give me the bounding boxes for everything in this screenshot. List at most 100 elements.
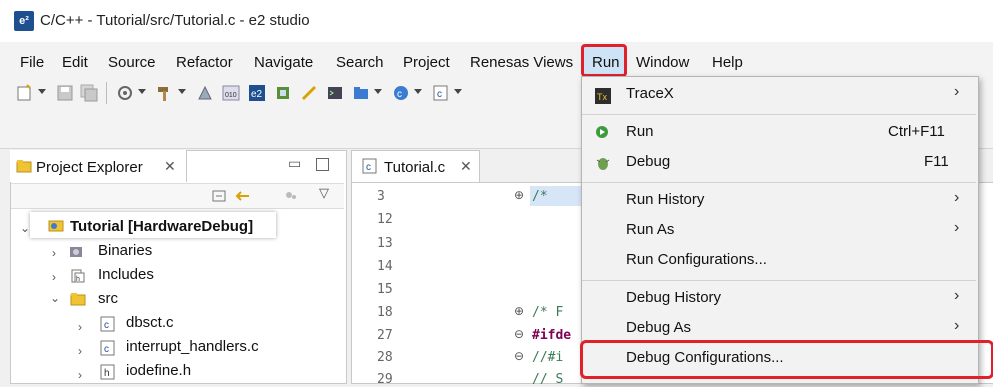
gear-dropdown-arrow-icon[interactable] (138, 89, 146, 94)
open-dropdown-arrow-icon[interactable] (374, 89, 382, 94)
menu-separator (582, 182, 976, 183)
line-number: 18 (377, 305, 393, 320)
svg-text:c: c (397, 89, 402, 100)
new-dropdown-arrow-icon[interactable] (38, 89, 46, 94)
maximize-icon[interactable] (316, 158, 329, 171)
wand-icon[interactable] (300, 84, 318, 102)
close-icon[interactable]: ✕ (460, 158, 472, 175)
tree-label-includes[interactable]: Includes (98, 266, 154, 288)
expand-toggle-icon[interactable]: ⌄ (20, 221, 30, 235)
source-folder-icon (70, 293, 86, 306)
menu-separator (582, 114, 976, 115)
project-explorer-toolbar: ▽ (11, 183, 344, 209)
menu-item-run-as-label: Run As (626, 221, 675, 238)
menu-item-debug-history[interactable]: Debug History › (582, 284, 976, 314)
project-icon (48, 220, 64, 232)
save-all-icon[interactable] (80, 84, 98, 102)
c-file-icon: c (362, 158, 377, 174)
submenu-arrow-icon: › (954, 83, 960, 100)
menu-project[interactable]: Project (403, 54, 450, 71)
line-number: 27 (377, 328, 393, 343)
svg-text:c: c (437, 89, 442, 100)
link-with-editor-icon[interactable] (235, 188, 251, 204)
minimize-icon[interactable]: ▭ (288, 155, 301, 172)
chevron-right-icon[interactable]: › (78, 344, 82, 358)
chevron-right-icon[interactable]: › (52, 246, 56, 260)
svg-text:c: c (104, 320, 109, 331)
h-file-icon: h (100, 364, 115, 380)
shortcut-label: F11 (924, 153, 949, 170)
fold-expand-icon[interactable]: ⊕ (514, 304, 524, 318)
terminal-icon[interactable] (326, 84, 344, 102)
build-dropdown-arrow-icon[interactable] (178, 89, 186, 94)
menu-item-run-configurations-label: Run Configurations... (626, 251, 767, 268)
line-number: 28 (377, 350, 393, 365)
chevron-down-icon[interactable]: ⌄ (50, 291, 60, 305)
tree-label-iodefine[interactable]: iodefine.h (126, 362, 191, 384)
debug-bug-icon (596, 158, 610, 170)
menu-run[interactable]: Run (581, 44, 627, 77)
menu-item-run-as[interactable]: Run As › (582, 216, 976, 246)
tree-label-binaries[interactable]: Binaries (98, 242, 152, 264)
menu-bar: File Edit Source Refactor Navigate Searc… (0, 42, 993, 76)
svg-text:e2: e2 (251, 89, 263, 100)
menu-renesas-views[interactable]: Renesas Views (470, 54, 573, 71)
tree-label-tutorial: Tutorial [HardwareDebug] (70, 218, 254, 235)
new-class-dropdown-arrow-icon[interactable] (414, 89, 422, 94)
chip-icon[interactable] (274, 84, 292, 102)
menu-window[interactable]: Window (636, 54, 689, 71)
line-number: 13 (377, 236, 393, 251)
menu-item-tracex[interactable]: Tx TraceX › (582, 80, 976, 110)
new-class-icon[interactable]: c (392, 84, 410, 102)
menu-search[interactable]: Search (336, 54, 384, 71)
menu-item-run-history[interactable]: Run History › (582, 186, 976, 216)
new-icon[interactable] (16, 84, 34, 102)
chevron-right-icon[interactable]: › (52, 270, 56, 284)
save-icon[interactable] (56, 84, 74, 102)
project-explorer-icon (16, 160, 32, 173)
new-source-dropdown-arrow-icon[interactable] (454, 89, 462, 94)
line-number: 15 (377, 282, 393, 297)
filter-icon[interactable] (283, 188, 299, 204)
tree-label-interrupt-handlers[interactable]: interrupt_handlers.c (126, 338, 259, 360)
tree-label-src[interactable]: src (98, 290, 118, 312)
menu-item-debug-label: Debug (626, 153, 671, 170)
line-number: 14 (377, 259, 393, 274)
menu-edit[interactable]: Edit (62, 54, 88, 71)
line-number: 3 (377, 189, 385, 204)
view-menu-icon[interactable]: ▽ (319, 185, 329, 201)
binary-icon[interactable]: 010 (222, 84, 240, 102)
fold-collapse-icon[interactable]: ⊖ (514, 327, 524, 341)
code-comment: /* (532, 189, 548, 204)
gear-icon[interactable] (116, 84, 134, 102)
menu-item-debug-history-label: Debug History (626, 289, 722, 306)
line-number: 29 (377, 372, 393, 387)
c-file-icon: c (100, 340, 115, 356)
menu-item-run[interactable]: Run Ctrl+F11 (582, 118, 976, 148)
toolbar-separator (106, 82, 107, 104)
e2-icon[interactable]: e2 (248, 84, 266, 102)
menu-file[interactable]: File (20, 54, 44, 71)
chevron-right-icon[interactable]: › (78, 368, 82, 382)
menu-navigate[interactable]: Navigate (254, 54, 313, 71)
fold-collapse-icon[interactable]: ⊖ (514, 349, 524, 363)
clean-icon[interactable] (196, 84, 214, 102)
build-hammer-icon[interactable] (156, 84, 174, 102)
menu-item-debug[interactable]: Debug F11 (582, 148, 976, 178)
menu-help[interactable]: Help (712, 54, 743, 71)
menu-refactor[interactable]: Refactor (176, 54, 233, 71)
new-source-file-icon[interactable]: c (432, 84, 450, 102)
menu-source[interactable]: Source (108, 54, 156, 71)
open-folder-icon[interactable] (352, 84, 370, 102)
editor-tab-label: Tutorial.c (384, 159, 446, 176)
menu-item-debug-as-label: Debug As (626, 319, 692, 336)
fold-expand-icon[interactable]: ⊕ (514, 188, 524, 202)
collapse-all-icon[interactable] (211, 188, 227, 204)
close-icon[interactable]: ✕ (164, 158, 176, 175)
svg-text:h: h (104, 368, 110, 379)
tree-label-dbsct[interactable]: dbsct.c (126, 314, 174, 336)
menu-item-run-configurations[interactable]: Run Configurations... (582, 246, 976, 276)
c-file-icon: c (100, 316, 115, 332)
menu-item-run-history-label: Run History (626, 191, 705, 208)
chevron-right-icon[interactable]: › (78, 320, 82, 334)
